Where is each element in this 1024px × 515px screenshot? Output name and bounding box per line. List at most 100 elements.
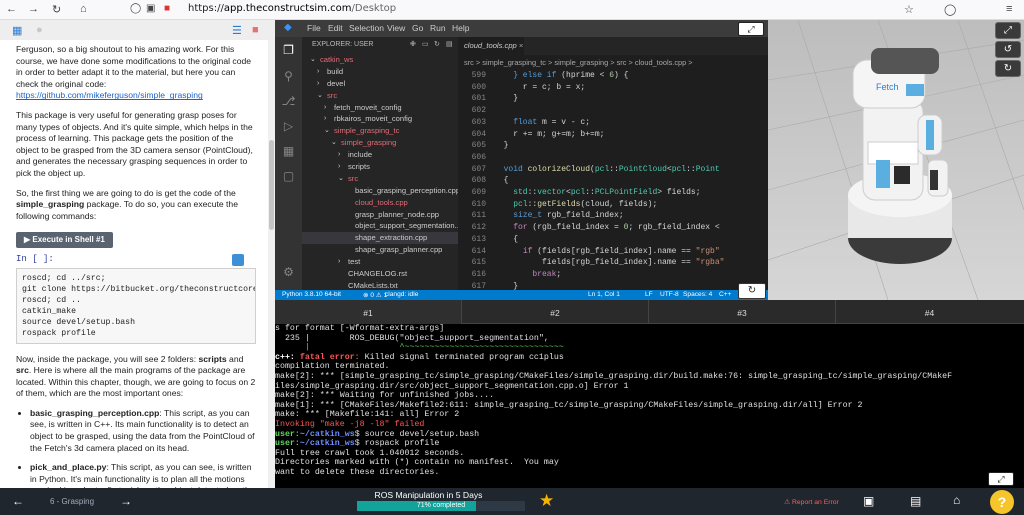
status-language[interactable]: C++ (719, 291, 731, 298)
next-chapter-icon[interactable]: → (120, 494, 132, 508)
chevron-right-icon[interactable]: › (338, 149, 340, 161)
editor-area[interactable]: cloud_tools.cpp × src > simple_grasping_… (458, 37, 768, 290)
tree-item[interactable]: shape_extraction.cpp (302, 232, 458, 245)
code-cell[interactable]: roscd; cd ../src; git clone https://bitbu… (16, 267, 256, 344)
copy-icon[interactable] (232, 253, 244, 266)
sim-reload-button[interactable]: ↻ (995, 60, 1021, 77)
terminal-tab-2[interactable]: #2 (462, 300, 649, 324)
new-file-icon[interactable]: ✙ (410, 40, 416, 48)
tree-item[interactable]: ⌄ src (302, 173, 458, 185)
source-control-icon[interactable]: ⎇ (281, 94, 296, 108)
run-debug-icon[interactable]: ▷ (281, 119, 296, 133)
refresh-explorer-icon[interactable]: ↻ (434, 40, 440, 48)
files-icon[interactable]: ❐ (281, 43, 296, 57)
chevron-right-icon[interactable]: › (324, 113, 326, 125)
back-icon[interactable]: ← (6, 3, 17, 15)
collapse-all-icon[interactable]: ▤ (446, 40, 453, 48)
chevron-down-icon[interactable]: ⌄ (317, 90, 323, 102)
chevron-right-icon[interactable]: › (324, 102, 326, 114)
chevron-down-icon[interactable]: ⌄ (331, 137, 337, 149)
status-encoding[interactable]: UTF-8 (660, 291, 679, 298)
search-icon[interactable]: ⚲ (281, 69, 296, 83)
tree-item[interactable]: › fetch_moveit_config (302, 102, 458, 114)
menu-icon[interactable]: ≡ (1006, 3, 1012, 15)
remote-icon[interactable]: ▢ (281, 169, 296, 183)
settings-gear-icon[interactable]: ⚙ (281, 265, 296, 279)
chapter-label[interactable]: 6 - Grasping (50, 497, 94, 506)
tree-item[interactable]: › rbkairos_moveit_config (302, 113, 458, 125)
tree-item[interactable]: › build (302, 66, 458, 78)
status-python[interactable]: Python 3.8.10 64-bit (282, 291, 341, 298)
menu-go[interactable]: Go (412, 23, 423, 33)
tree-item[interactable]: basic_grasping_perception.cpp (302, 185, 458, 197)
book-icon[interactable]: ▦ (12, 24, 22, 37)
tree-item[interactable]: object_support_segmentation.... (302, 220, 458, 232)
monitor-icon[interactable]: ▣ (863, 494, 874, 508)
status-indent[interactable]: Spaces: 4 (683, 291, 712, 298)
status-clangd[interactable]: clangd: idle (385, 291, 418, 298)
tree-item[interactable]: ⌄ src (302, 90, 458, 102)
chevron-down-icon[interactable]: ⌄ (338, 173, 344, 185)
status-cursor-position[interactable]: Ln 1, Col 1 (588, 291, 620, 298)
media-icon[interactable]: ■ (164, 3, 170, 14)
tree-item[interactable]: › scripts (302, 161, 458, 173)
status-eol[interactable]: LF (645, 291, 653, 298)
tab-cloud-tools[interactable]: cloud_tools.cpp × (458, 37, 524, 55)
shield-icon[interactable]: ◯ (130, 3, 141, 14)
terminal-tab-1[interactable]: #1 (275, 300, 462, 324)
shield-protect-icon[interactable]: ◯ (944, 3, 956, 16)
tree-item[interactable]: › devel (302, 78, 458, 90)
menu-file[interactable]: File (307, 23, 321, 33)
chevron-down-icon[interactable]: ⌄ (310, 54, 316, 66)
menu-run[interactable]: Run (430, 23, 446, 33)
expand-editor-button[interactable]: ⤢ (738, 22, 764, 36)
report-error-link[interactable]: ⚠ Report an Error (784, 498, 839, 506)
new-folder-icon[interactable]: ▭ (422, 40, 429, 48)
tree-item[interactable]: CHANGELOG.rst (302, 268, 458, 280)
terminal-tab-3[interactable]: #3 (649, 300, 836, 324)
terminal[interactable]: s for format [-Wformat-extra-args] 235 |… (275, 324, 1024, 488)
notebook-scrollbar[interactable] (268, 40, 275, 488)
help-button[interactable]: ? (990, 490, 1014, 514)
tree-item[interactable]: CMakeLists.txt (302, 280, 458, 290)
terminal-tab-4[interactable]: #4 (836, 300, 1023, 324)
menu-help[interactable]: Help (452, 23, 469, 33)
tree-item[interactable]: ⌄ simple_grasping_tc (302, 125, 458, 137)
tree-item[interactable]: ⌄ catkin_ws (302, 54, 458, 66)
tree-item[interactable]: › test (302, 256, 458, 268)
status-problems[interactable]: ⊗ 0 ⚠ 1 (363, 291, 387, 299)
sim-expand-button[interactable]: ⤢ (995, 22, 1021, 39)
simulation-viewport[interactable]: Fetch (768, 20, 1024, 300)
prev-chapter-icon[interactable]: ← (12, 494, 24, 508)
expand-terminal-button[interactable]: ⤢ (988, 472, 1014, 486)
jupyter-icon[interactable]: ● (36, 24, 43, 36)
home-icon[interactable]: ⌂ (80, 3, 87, 15)
code-text[interactable]: } else if (hprime < 6) { r = c; b = x; }… (494, 70, 725, 290)
breadcrumb[interactable]: src > simple_grasping_tc > simple_graspi… (464, 58, 693, 67)
chevron-right-icon[interactable]: › (338, 256, 340, 268)
reload-icon[interactable]: ↻ (52, 3, 61, 16)
tree-item[interactable]: shape_grasp_planner.cpp (302, 244, 458, 256)
notebook-icon[interactable]: ▤ (910, 494, 921, 508)
sim-reset-button[interactable]: ↺ (995, 41, 1021, 58)
tab-close-icon[interactable]: × (519, 41, 523, 50)
tree-item[interactable]: cloud_tools.cpp (302, 197, 458, 209)
tree-item[interactable]: ⌄ simple_grasping (302, 137, 458, 149)
star-icon[interactable]: ★ (539, 491, 554, 511)
menu-edit[interactable]: Edit (328, 23, 343, 33)
chevron-right-icon[interactable]: › (317, 66, 319, 78)
lock-icon[interactable]: ▣ (146, 3, 155, 14)
tree-item[interactable]: grasp_planner_node.cpp (302, 209, 458, 221)
extensions-icon[interactable]: ▦ (281, 144, 296, 158)
tree-item[interactable]: › include (302, 149, 458, 161)
bookmark-star-icon[interactable]: ☆ (904, 3, 914, 16)
forward-icon[interactable]: → (28, 3, 39, 15)
github-link[interactable]: https://github.com/mikeferguson/simple_g… (16, 90, 203, 100)
url-bar[interactable]: https://app.theconstructsim.com/Desktop (188, 3, 396, 14)
menu-view[interactable]: View (387, 23, 405, 33)
chevron-right-icon[interactable]: › (338, 161, 340, 173)
menu-selection[interactable]: Selection (349, 23, 384, 33)
reload-editor-button[interactable]: ↻ (738, 283, 766, 299)
home-button-icon[interactable]: ⌂ (953, 493, 960, 507)
notebook-close-icon[interactable]: ■ (252, 24, 259, 36)
